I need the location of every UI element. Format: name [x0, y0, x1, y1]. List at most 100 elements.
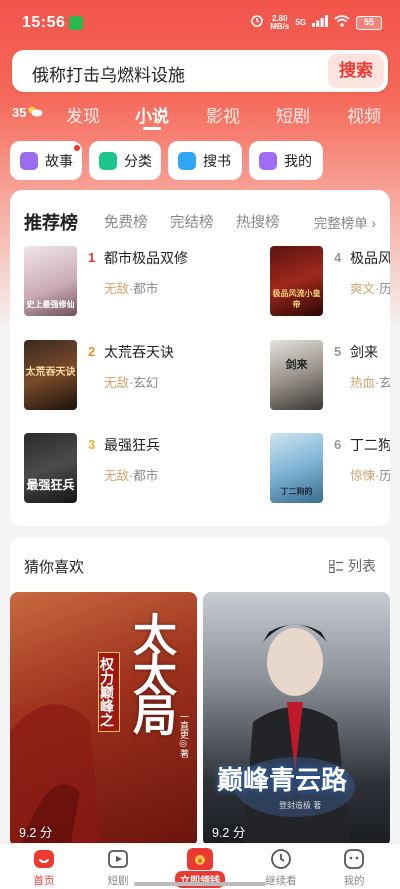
cover-title: 极品风流小皇帝 — [272, 289, 321, 309]
book-title: 都市极品双修 — [104, 250, 188, 266]
rank-book-3[interactable]: 最强狂兵 3 最强狂兵 无敌·都市 — [24, 433, 264, 505]
poster-subtitle: 权力巅峰之 — [98, 652, 120, 732]
rank-number: 5 — [334, 344, 342, 359]
wifi-icon — [334, 14, 350, 32]
search-box[interactable]: 俄称打击乌燃料设施 搜索 — [12, 50, 388, 92]
book-title: 丁二狗 — [350, 437, 390, 453]
quick-search-label: 搜书 — [203, 152, 231, 169]
quick-mine-label: 我的 — [284, 152, 312, 169]
quick-story-label: 故事 — [45, 152, 73, 169]
notification-dot — [74, 145, 80, 151]
book-tag-1: 爽文 — [350, 282, 376, 296]
book-icon — [20, 151, 38, 170]
book-tags: 爽文·历 — [350, 282, 390, 296]
tab-film[interactable]: 影视 — [206, 102, 240, 127]
nav-mine[interactable]: 我的 — [324, 848, 384, 888]
book-tag-2: 历 — [379, 469, 390, 483]
search-input[interactable]: 俄称打击乌燃料设施 — [32, 61, 185, 86]
book-tag-1: 无敌 — [104, 469, 130, 483]
nav-continue-label: 继续看 — [265, 875, 297, 887]
book-poster-2[interactable]: 巅峰青云路 登封造极 著 9.2 分 — [203, 592, 390, 847]
poster-score: 9.2 分 — [19, 826, 53, 840]
book-tags: 热血·玄 — [350, 376, 390, 390]
tab-novel[interactable]: 小说 — [135, 102, 169, 127]
battery-icon: 55 — [356, 15, 382, 30]
rank-book-1[interactable]: 史上最强修仙 1 都市极品双修 无敌·都市 — [24, 246, 264, 318]
cover-title: 史上最强修仙 — [26, 300, 75, 309]
rank-book-6[interactable]: 丁二狗的 6 丁二狗 惊悚·历 — [270, 433, 390, 505]
book-cover: 史上最强修仙 — [24, 246, 77, 316]
book-tags: 无敌·都市 — [104, 469, 159, 483]
tab-video[interactable]: 视频 — [347, 102, 381, 127]
tab-active-indicator — [143, 127, 161, 130]
book-cover: 太荒吞天诀 — [24, 340, 77, 410]
rank-number: 6 — [334, 437, 342, 452]
book-title: 最强狂兵 — [104, 437, 160, 453]
quick-search-book-button[interactable]: 搜书 — [168, 141, 242, 180]
nav-short-drama-label: 短剧 — [107, 875, 129, 887]
profile-icon — [259, 151, 277, 170]
book-tag-1: 热血 — [350, 376, 376, 390]
book-cover: 极品风流小皇帝 — [270, 246, 323, 316]
rank-tab-complete[interactable]: 完结榜 — [170, 211, 214, 232]
poster-main-title: 太太局 — [125, 612, 176, 732]
rank-number: 4 — [334, 250, 342, 265]
cloud-sun-icon — [27, 104, 43, 120]
quick-category-label: 分类 — [124, 152, 152, 169]
poster-author: 一直更◎著 — [179, 712, 189, 758]
book-tag-1: 无敌 — [104, 376, 130, 390]
play-icon — [108, 850, 128, 868]
book-cover: 丁二狗的 — [270, 433, 323, 503]
rank-book-5[interactable]: 剑来 5 剑来 热血·玄 — [270, 340, 390, 412]
book-tag-1: 惊悚 — [350, 469, 376, 483]
rank-book-2[interactable]: 太荒吞天诀 2 太荒吞天诀 无敌·玄幻 — [24, 340, 264, 412]
quick-mine-button[interactable]: 我的 — [249, 141, 323, 180]
home-indicator[interactable] — [134, 882, 266, 886]
book-tag-2: 都市 — [133, 282, 159, 296]
ranking-card: 推荐榜 免费榜 完结榜 热搜榜 完整榜单 › 史上最强修仙 1 都市极品双修 无… — [10, 190, 390, 526]
nav-home-label: 首页 — [33, 875, 55, 887]
rank-more-label: 完整榜单 — [313, 216, 368, 231]
book-tag-2: 玄幻 — [133, 376, 159, 390]
cover-title: 丁二狗的 — [280, 487, 313, 496]
cover-title: 最强狂兵 — [26, 478, 75, 492]
book-tag-1: 无敌 — [104, 282, 130, 296]
red-envelope-icon: ¥ — [187, 848, 213, 870]
face-icon — [344, 849, 364, 869]
book-title: 太荒吞天诀 — [104, 344, 174, 360]
tab-short-drama[interactable]: 短剧 — [276, 102, 310, 127]
rank-book-4[interactable]: 极品风流小皇帝 4 极品风 爽文·历 — [270, 246, 390, 318]
book-tag-2: 玄 — [379, 376, 390, 390]
poster-score: 9.2 分 — [212, 826, 246, 840]
cover-title: 太荒吞天诀 — [25, 367, 76, 378]
rank-tab-hot[interactable]: 热搜榜 — [236, 211, 280, 232]
search-book-icon — [178, 151, 196, 170]
list-toggle-label: 列表 — [348, 558, 376, 574]
rank-number: 2 — [88, 344, 96, 359]
category-icon — [99, 151, 117, 170]
nav-mine-label: 我的 — [343, 875, 365, 887]
svg-text:¥: ¥ — [198, 857, 203, 865]
book-poster-1[interactable]: 太太局 权力巅峰之 一直更◎著 9.2 分 — [10, 592, 197, 847]
rank-tab-free[interactable]: 免费榜 — [104, 211, 148, 232]
status-bar: 15:56 2.80 MB/s 5G 55 — [0, 0, 400, 44]
cover-title: 剑来 — [285, 359, 308, 371]
tab-discover[interactable]: 发现 — [66, 102, 100, 127]
guess-title: 猜你喜欢 — [24, 559, 85, 576]
quick-story-button[interactable]: 故事 — [10, 141, 82, 180]
guess-you-like-card: 猜你喜欢 列表 太太局 权力巅峰之 一直更◎著 9.2 分 巅峰青云路 登封造极… — [10, 537, 390, 847]
book-title: 极品风 — [350, 250, 390, 266]
rank-number: 1 — [88, 250, 96, 265]
book-title: 剑来 — [350, 344, 378, 360]
quick-category-button[interactable]: 分类 — [89, 141, 161, 180]
book-tag-2: 都市 — [133, 469, 159, 483]
rank-full-list-link[interactable]: 完整榜单 › — [314, 212, 376, 232]
rank-tab-recommend[interactable]: 推荐榜 — [24, 209, 78, 235]
search-button[interactable]: 搜索 — [328, 54, 384, 88]
list-view-toggle[interactable]: 列表 — [329, 556, 376, 576]
net-speed-unit: MB/s — [270, 21, 290, 31]
book-tags: 无敌·玄幻 — [104, 376, 159, 390]
nav-home[interactable]: 首页 — [14, 848, 74, 888]
weather-widget[interactable]: 35 — [12, 104, 43, 120]
poster-main-title: 巅峰青云路 — [217, 766, 348, 796]
